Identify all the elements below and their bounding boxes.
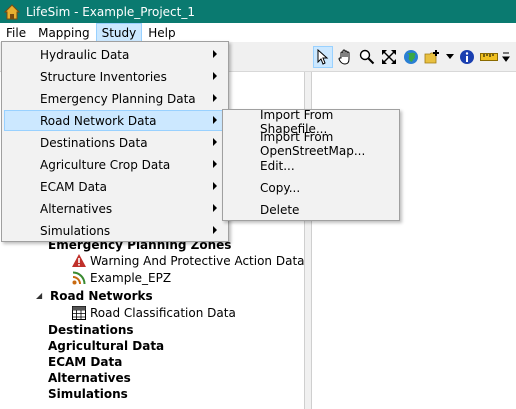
globe-icon[interactable] — [401, 46, 421, 68]
add-layer-icon[interactable] — [423, 46, 443, 68]
submenu-arrow-icon — [213, 182, 217, 190]
menu-item-structure-inventories[interactable]: Structure Inventories — [4, 66, 226, 87]
menu-mapping[interactable]: Mapping — [32, 23, 96, 42]
submenu-arrow-icon — [213, 94, 217, 102]
submenu-arrow-icon — [213, 50, 217, 58]
tree-node-label: Road Networks — [50, 288, 153, 303]
tree-node-example-epz[interactable]: Example_EPZ — [71, 269, 171, 286]
submenu-arrow-icon — [213, 160, 217, 168]
tree-node-warning-protective-action[interactable]: Warning And Protective Action Data — [71, 252, 305, 269]
menu-item-ecam-data[interactable]: ECAM Data — [4, 176, 226, 197]
tree-node-alternatives[interactable]: Alternatives — [48, 369, 131, 386]
menu-file[interactable]: File — [0, 23, 32, 42]
zoom-magnifier-icon[interactable] — [357, 46, 377, 68]
menu-bar: File Mapping Study Help — [0, 23, 516, 42]
tree-node-label: Alternatives — [48, 370, 131, 385]
tree-node-road-classification[interactable]: Road Classification Data — [71, 304, 236, 321]
tree-node-ecam-data[interactable]: ECAM Data — [48, 353, 122, 370]
tree-node-label: Simulations — [48, 386, 128, 401]
submenu-arrow-icon — [213, 72, 217, 80]
menu-item-label: Destinations Data — [40, 135, 148, 150]
menu-item-hydraulic-data[interactable]: Hydraulic Data — [4, 44, 226, 65]
menu-study[interactable]: Study — [95, 23, 143, 42]
menu-item-simulations[interactable]: Simulations — [4, 220, 226, 241]
menu-item-label: Structure Inventories — [40, 69, 167, 84]
collapse-triangle-icon[interactable]: ◢ — [36, 291, 46, 300]
submenu-item-copy[interactable]: Copy... — [225, 177, 397, 199]
submenu-arrow-icon — [213, 138, 217, 146]
title-bar: LifeSim - Example_Project_1 — [0, 0, 516, 23]
tree-node-simulations[interactable]: Simulations — [48, 385, 128, 402]
menu-item-destinations-data[interactable]: Destinations Data — [4, 132, 226, 153]
tree-node-destinations[interactable]: Destinations — [48, 321, 134, 338]
overflow-icon[interactable] — [501, 46, 511, 68]
lifesim-app-icon — [3, 3, 21, 20]
menu-item-road-network-data[interactable]: Road Network Data — [4, 110, 226, 131]
submenu-arrow-icon — [213, 116, 217, 124]
tree-node-label: Destinations — [48, 322, 134, 337]
select-pointer-icon[interactable] — [313, 46, 333, 68]
tree-node-label: ECAM Data — [48, 354, 123, 369]
submenu-arrow-icon — [213, 226, 217, 234]
table-grid-icon — [71, 305, 87, 321]
warning-triangle-icon — [71, 253, 87, 269]
menu-item-label: Alternatives — [40, 201, 113, 216]
submenu-item-edit[interactable]: Edit... — [225, 155, 397, 177]
submenu-item-delete[interactable]: Delete — [225, 199, 397, 221]
pan-hand-icon[interactable] — [335, 46, 355, 68]
tree-node-label: Warning And Protective Action Data — [90, 253, 305, 268]
study-dropdown-menu: Hydraulic Data Structure Inventories Eme… — [1, 41, 229, 242]
road-network-submenu: Import From Shapefile... Import From Ope… — [222, 108, 400, 221]
tree-node-label: Road Classification Data — [90, 305, 236, 320]
measure-ruler-icon[interactable] — [479, 46, 499, 68]
full-extent-icon[interactable] — [379, 46, 399, 68]
tree-node-road-networks[interactable]: ◢ Road Networks — [36, 287, 153, 304]
info-icon[interactable] — [457, 46, 477, 68]
menu-item-agriculture-crop-data[interactable]: Agriculture Crop Data — [4, 154, 226, 175]
menu-item-label: Hydraulic Data — [40, 47, 130, 62]
menu-item-label: Simulations — [40, 223, 111, 238]
tree-node-label: Agricultural Data — [48, 338, 165, 353]
tree-node-label: Example_EPZ — [90, 270, 172, 285]
submenu-arrow-icon — [213, 204, 217, 212]
menu-item-label: ECAM Data — [40, 179, 107, 194]
rss-feed-icon — [71, 270, 87, 286]
menu-item-label: Emergency Planning Data — [40, 91, 196, 106]
tree-node-agricultural-data[interactable]: Agricultural Data — [48, 337, 164, 354]
menu-item-label: Road Network Data — [40, 113, 157, 128]
chevron-down-icon[interactable] — [445, 46, 455, 68]
window-title: LifeSim - Example_Project_1 — [26, 4, 195, 19]
menu-item-label: Agriculture Crop Data — [40, 157, 171, 172]
menu-help[interactable]: Help — [142, 23, 181, 42]
menu-item-emergency-planning-data[interactable]: Emergency Planning Data — [4, 88, 226, 109]
submenu-item-import-openstreetmap[interactable]: Import From OpenStreetMap... — [225, 130, 397, 158]
menu-item-alternatives[interactable]: Alternatives — [4, 198, 226, 219]
